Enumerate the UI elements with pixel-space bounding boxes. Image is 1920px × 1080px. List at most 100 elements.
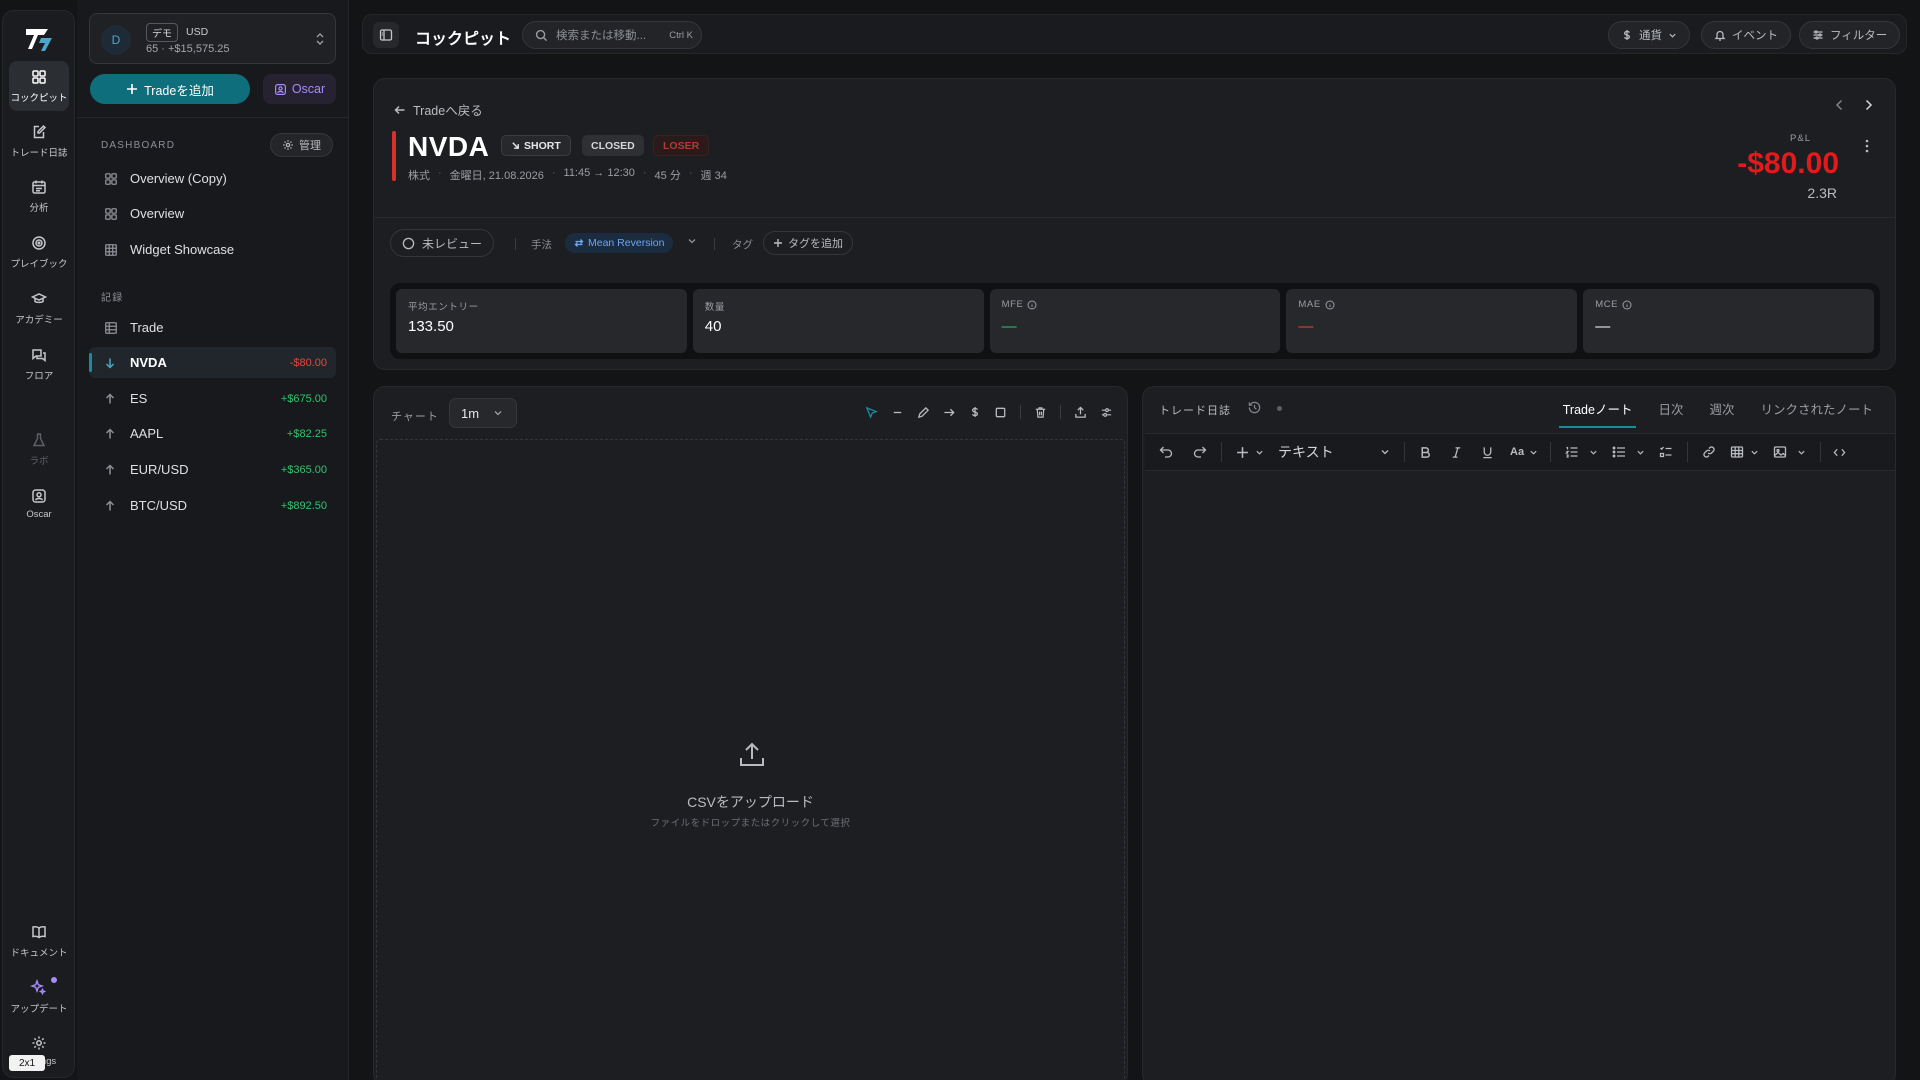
- stat-value: —: [1298, 318, 1314, 335]
- tab-daily[interactable]: 日次: [1658, 399, 1683, 428]
- underline-icon[interactable]: [1481, 446, 1494, 459]
- chevron-down-icon: [1529, 448, 1538, 457]
- toggle-sidebar-button[interactable]: [373, 22, 399, 48]
- events-label: イベント: [1732, 30, 1778, 42]
- trade-item-aapl[interactable]: AAPL +$82.25: [89, 418, 336, 449]
- checklist-icon[interactable]: [1659, 445, 1673, 459]
- ordered-list-button[interactable]: [1565, 445, 1598, 459]
- grid-icon: [104, 207, 118, 221]
- info-icon[interactable]: [1027, 300, 1037, 310]
- zoom-badge: 2x1: [9, 1055, 45, 1071]
- image-button[interactable]: [1773, 445, 1806, 459]
- rectangle-icon[interactable]: [994, 406, 1007, 419]
- arrow-up-icon: [104, 392, 118, 405]
- bullet-list-button[interactable]: [1612, 445, 1645, 459]
- arrow-up-icon: [104, 427, 118, 440]
- history-icon[interactable]: [1247, 400, 1262, 415]
- link-icon[interactable]: [1702, 445, 1716, 459]
- add-tag-button[interactable]: タグを追加: [763, 231, 853, 255]
- insert-block-button[interactable]: [1236, 446, 1264, 459]
- rail-item-academy[interactable]: アカデミー: [9, 283, 69, 333]
- tab-trade-note[interactable]: Tradeノート: [1558, 399, 1637, 428]
- trade-symbol: AAPL: [130, 426, 164, 441]
- stat-key: MAE: [1298, 299, 1335, 310]
- journal-tabs: Tradeノート 日次 週次 リンクされたノート: [1558, 399, 1873, 428]
- add-trade-label: Tradeを追加: [144, 83, 214, 98]
- manage-button[interactable]: 管理: [270, 133, 333, 157]
- block-type-select[interactable]: テキスト: [1278, 442, 1390, 462]
- font-size-button[interactable]: Aa: [1510, 446, 1538, 458]
- chevron-down-icon: [1636, 448, 1645, 457]
- trash-icon[interactable]: [1034, 406, 1047, 419]
- timeframe-select[interactable]: 1m: [449, 398, 517, 428]
- trade-item-nvda[interactable]: NVDA -$80.00: [89, 347, 336, 378]
- filter-icon: [1812, 29, 1824, 41]
- csv-dropzone[interactable]: CSVをアップロード ファイルをドロップまたはクリックして選択: [376, 439, 1125, 1080]
- top-bar: コックピット 検索または移動... Ctrl K 通貨 イベント フィルター: [362, 14, 1907, 54]
- method-badge[interactable]: Mean Reversion: [565, 233, 674, 253]
- trade-item-btcusd[interactable]: BTC/USD +$892.50: [89, 490, 336, 521]
- export-icon[interactable]: [1074, 405, 1087, 419]
- redo-icon[interactable]: [1193, 445, 1207, 459]
- chevron-down-icon[interactable]: [687, 236, 697, 246]
- pencil-icon[interactable]: [917, 406, 930, 419]
- horizontal-line-icon[interactable]: [891, 406, 904, 419]
- italic-icon[interactable]: [1450, 446, 1463, 459]
- rail-item-playbook[interactable]: プレイブック: [9, 227, 69, 277]
- add-trade-button[interactable]: Tradeを追加: [90, 74, 250, 104]
- rail-label: コックピット: [10, 92, 68, 104]
- dollar-icon[interactable]: [969, 406, 981, 418]
- toolbar-separator: [1060, 405, 1061, 419]
- chevron-left-icon[interactable]: [1835, 99, 1844, 111]
- tag-label: タグ: [732, 239, 753, 251]
- toolbar-separator: [1020, 405, 1021, 419]
- rail-item-oscar[interactable]: Oscar: [9, 479, 69, 529]
- dashboard-item-widget-showcase[interactable]: Widget Showcase: [89, 234, 336, 265]
- page-title: コックピット: [415, 31, 512, 48]
- rail-item-floor[interactable]: フロア: [9, 339, 69, 389]
- bold-icon[interactable]: [1419, 446, 1432, 459]
- trade-item-eurusd[interactable]: EUR/USD +$365.00: [89, 454, 336, 485]
- info-icon[interactable]: [1325, 300, 1335, 310]
- rail-item-cockpit[interactable]: コックピット: [9, 61, 69, 111]
- search-input[interactable]: 検索または移動... Ctrl K: [522, 21, 702, 49]
- info-icon[interactable]: [1622, 300, 1632, 310]
- settings-sliders-icon[interactable]: [1100, 406, 1113, 419]
- cursor-icon[interactable]: [865, 406, 878, 419]
- currency-button[interactable]: 通貨: [1608, 21, 1690, 49]
- tab-weekly[interactable]: 週次: [1709, 399, 1734, 428]
- stat-key: 平均エントリー: [408, 299, 479, 313]
- events-button[interactable]: イベント: [1701, 21, 1791, 49]
- rail-item-docs[interactable]: ドキュメント: [9, 916, 69, 966]
- records-item-trade[interactable]: Trade: [89, 312, 336, 343]
- tab-linked-notes[interactable]: リンクされたノート: [1760, 399, 1873, 428]
- arrow-right-icon[interactable]: [943, 406, 956, 419]
- rail-item-lab[interactable]: ラボ: [9, 424, 69, 474]
- arrow-down-icon: [104, 357, 118, 369]
- code-view-icon[interactable]: [1833, 446, 1846, 459]
- stat-key: MCE: [1595, 299, 1632, 310]
- avatar: D: [101, 25, 131, 55]
- rail-item-trade-journal[interactable]: トレード日誌: [9, 116, 69, 166]
- chevron-down-icon: [1255, 448, 1264, 457]
- review-status-button[interactable]: 未レビュー: [390, 229, 495, 257]
- calendar-chart-icon: [31, 179, 47, 195]
- block-type-value: テキスト: [1278, 444, 1334, 460]
- rail-item-analytics[interactable]: 分析: [9, 171, 69, 221]
- trade-item-es[interactable]: ES +$675.00: [89, 383, 336, 414]
- account-switcher[interactable]: D デモ USD 65 · +$15,575.25: [89, 13, 336, 64]
- oscar-button[interactable]: Oscar: [263, 74, 336, 104]
- filter-button[interactable]: フィルター: [1799, 21, 1901, 49]
- chevron-right-icon[interactable]: [1864, 99, 1873, 111]
- undo-icon[interactable]: [1159, 445, 1173, 459]
- grid-icon: [104, 172, 118, 186]
- more-options-icon[interactable]: [1865, 139, 1869, 153]
- note-editor[interactable]: [1145, 472, 1895, 1080]
- app-logo[interactable]: [21, 21, 57, 57]
- stat-value: 133.50: [408, 318, 454, 335]
- dashboard-item-overview[interactable]: Overview: [89, 198, 336, 229]
- rail-item-updates[interactable]: アップデート: [9, 971, 69, 1021]
- dashboard-item-overview-copy[interactable]: Overview (Copy): [89, 163, 336, 194]
- table-button[interactable]: [1730, 445, 1759, 459]
- back-to-trades-link[interactable]: Tradeへ戻る: [394, 100, 483, 119]
